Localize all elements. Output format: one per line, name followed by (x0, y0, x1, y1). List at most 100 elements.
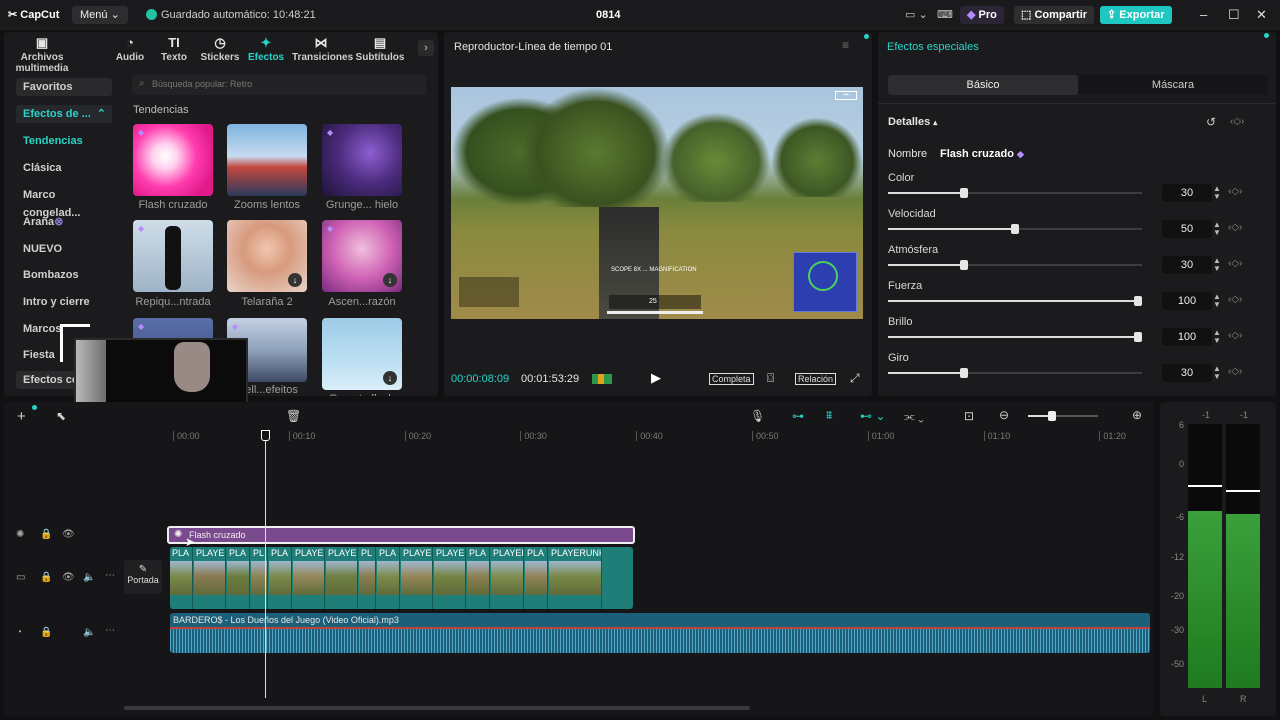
category-intro-outro[interactable]: Intro y cierre (16, 293, 112, 311)
scroll-tabs-right-icon[interactable]: › (418, 40, 434, 56)
download-icon[interactable]: ↓ (383, 273, 397, 287)
video-clip[interactable]: PLAYE (434, 547, 466, 609)
lock-icon[interactable]: 🔒 (40, 529, 52, 540)
zoom-in-icon[interactable]: ⊕ (1132, 408, 1142, 422)
effect-thumb[interactable]: ◆ (322, 124, 402, 196)
video-clip[interactable]: PLA (170, 547, 193, 609)
video-clip[interactable]: PLA (525, 547, 548, 609)
details-header[interactable]: Detalles ▴ (888, 116, 937, 128)
stepper-icon[interactable]: ▲ ▼ (1213, 257, 1221, 273)
lock-icon[interactable]: 🔒 (40, 627, 52, 638)
search-input[interactable]: ⌕ Búsqueda popular: Retro (132, 75, 426, 95)
effect-thumb[interactable]: ↓ (322, 318, 402, 390)
video-clip[interactable]: PLAYE (194, 547, 226, 609)
param-slider[interactable] (888, 296, 1142, 306)
player-menu-icon[interactable]: ≡ (842, 38, 849, 52)
tab-basic[interactable]: Básico (888, 75, 1078, 95)
tab-transitions[interactable]: ⋈ Transiciones (292, 34, 353, 63)
keyframe-icon[interactable]: ‹◇› (1228, 222, 1242, 233)
export-button[interactable]: ⇪ Exportar (1100, 6, 1172, 24)
tab-subtitles[interactable]: ▤ Subtítulos (354, 34, 406, 63)
video-clip-strip[interactable]: PLA PLAYE PLA PL PLA PLAYE PLAYE PL PLA PLAYE PLAY… (170, 547, 633, 609)
category-trending[interactable]: Tendencias (16, 132, 112, 150)
fullscreen-icon[interactable]: ⤢ (850, 371, 860, 386)
category-new[interactable]: NUEVO (16, 240, 112, 258)
menu-button[interactable]: Menú ⌄ (72, 6, 128, 24)
tab-mask[interactable]: Máscara (1078, 75, 1268, 95)
video-clip[interactable]: PLAYE (293, 547, 325, 609)
param-slider[interactable] (888, 260, 1142, 270)
shortcuts-icon[interactable]: ⌨ (930, 6, 960, 24)
video-preview[interactable]: SCOPE 8X ... MAGNIFICATION 25 ▪▪▪ (451, 87, 863, 319)
video-clip[interactable]: PLA (227, 547, 250, 609)
playhead-handle[interactable] (261, 430, 270, 441)
cover-button[interactable]: ✎ Portada (124, 560, 162, 594)
magnet-icon[interactable]: ⩩ (826, 408, 832, 423)
stepper-icon[interactable]: ▲ ▼ (1213, 365, 1221, 381)
video-clip[interactable]: PLA (377, 547, 400, 609)
effect-clip[interactable]: ✺ Flash cruzado (167, 526, 635, 544)
split-icon[interactable]: ⫘ ⌄ (904, 409, 924, 424)
tab-media[interactable]: ▣ Archivos multimedia (10, 34, 74, 74)
download-icon[interactable]: ↓ (288, 273, 302, 287)
minimize-icon[interactable]: – (1200, 7, 1207, 22)
full-quality-button[interactable]: Completa (709, 373, 754, 385)
param-value-input[interactable]: 50 (1162, 220, 1212, 238)
effect-thumb[interactable]: ↓ (227, 220, 307, 292)
more-icon[interactable]: ⋯ (105, 570, 115, 581)
select-cursor-icon[interactable]: ⬉ (56, 409, 66, 423)
param-value-input[interactable]: 30 (1162, 184, 1212, 202)
stepper-icon[interactable]: ▲ ▼ (1213, 221, 1221, 237)
share-button[interactable]: ⬚ Compartir (1014, 6, 1095, 24)
timeline-scrollbar[interactable] (124, 706, 750, 710)
video-clip[interactable]: PLA (269, 547, 292, 609)
param-value-input[interactable]: 100 (1162, 328, 1212, 346)
link-clips-icon[interactable]: ⊶ (792, 409, 804, 423)
speaker-icon[interactable]: 🔈 (83, 572, 95, 583)
category-spider[interactable]: Araña⊗ (16, 213, 112, 231)
tab-effects[interactable]: ✦ Efectos (248, 34, 284, 63)
param-slider[interactable] (888, 224, 1142, 234)
param-value-input[interactable]: 100 (1162, 292, 1212, 310)
keyframe-icon[interactable]: ‹◇› (1228, 330, 1242, 341)
maximize-icon[interactable]: ☐ (1228, 7, 1240, 23)
effect-thumb[interactable]: ◆ (133, 220, 213, 292)
preview-axis-icon[interactable]: ⊷ ⌄ (860, 409, 885, 423)
video-clip[interactable]: PLAYER (491, 547, 524, 609)
microphone-icon[interactable]: 🎙 (750, 409, 765, 423)
keyframe-icon[interactable]: ‹◇› (1230, 116, 1244, 127)
eye-icon[interactable]: 👁 (62, 529, 75, 540)
play-icon[interactable]: ▶ (651, 370, 661, 386)
pro-button[interactable]: ◆ Pro (960, 6, 1004, 24)
stepper-icon[interactable]: ▲ ▼ (1213, 293, 1221, 309)
screenshot-icon[interactable]: ⌼ (767, 371, 774, 386)
playhead[interactable] (265, 430, 266, 698)
speaker-icon[interactable]: 🔈 (83, 627, 95, 638)
reset-icon[interactable]: ↺ (1206, 115, 1216, 129)
category-hits[interactable]: Bombazos (16, 266, 112, 284)
effect-thumb[interactable] (227, 124, 307, 196)
stepper-icon[interactable]: ▲ ▼ (1213, 329, 1221, 345)
video-clip[interactable]: PLA (467, 547, 490, 609)
param-slider[interactable] (888, 188, 1142, 198)
download-icon[interactable]: ↓ (383, 371, 397, 385)
more-icon[interactable]: ⋯ (105, 625, 115, 636)
delete-icon[interactable]: 🗑 (286, 409, 301, 423)
tab-audio[interactable]: ◔ Audio (114, 34, 146, 63)
category-freeze-frame[interactable]: Marco congelad... (16, 186, 112, 219)
audio-level-icon[interactable] (592, 374, 612, 384)
keyframe-icon[interactable]: ‹◇› (1228, 186, 1242, 197)
stepper-icon[interactable]: ▲ ▼ (1213, 185, 1221, 201)
close-icon[interactable]: ✕ (1256, 7, 1267, 23)
video-clip[interactable]: PLAYE (326, 547, 358, 609)
category-favorites[interactable]: Favoritos (16, 78, 112, 96)
zoom-out-icon[interactable]: ⊖ (999, 408, 1009, 422)
ratio-button[interactable]: Relación (795, 373, 837, 385)
category-effects-group[interactable]: Efectos de ... ⌃ (16, 105, 112, 123)
zoom-slider[interactable] (1028, 411, 1098, 421)
keyframe-icon[interactable]: ‹◇› (1228, 294, 1242, 305)
effect-thumb[interactable]: ◆ (133, 124, 213, 196)
add-track-icon[interactable]: + (17, 408, 26, 425)
audio-clip[interactable]: BARDERO$ - Los Dueños del Juego (Video O… (170, 613, 1150, 653)
mini-timeline-icon[interactable]: ⊡ (964, 409, 974, 423)
